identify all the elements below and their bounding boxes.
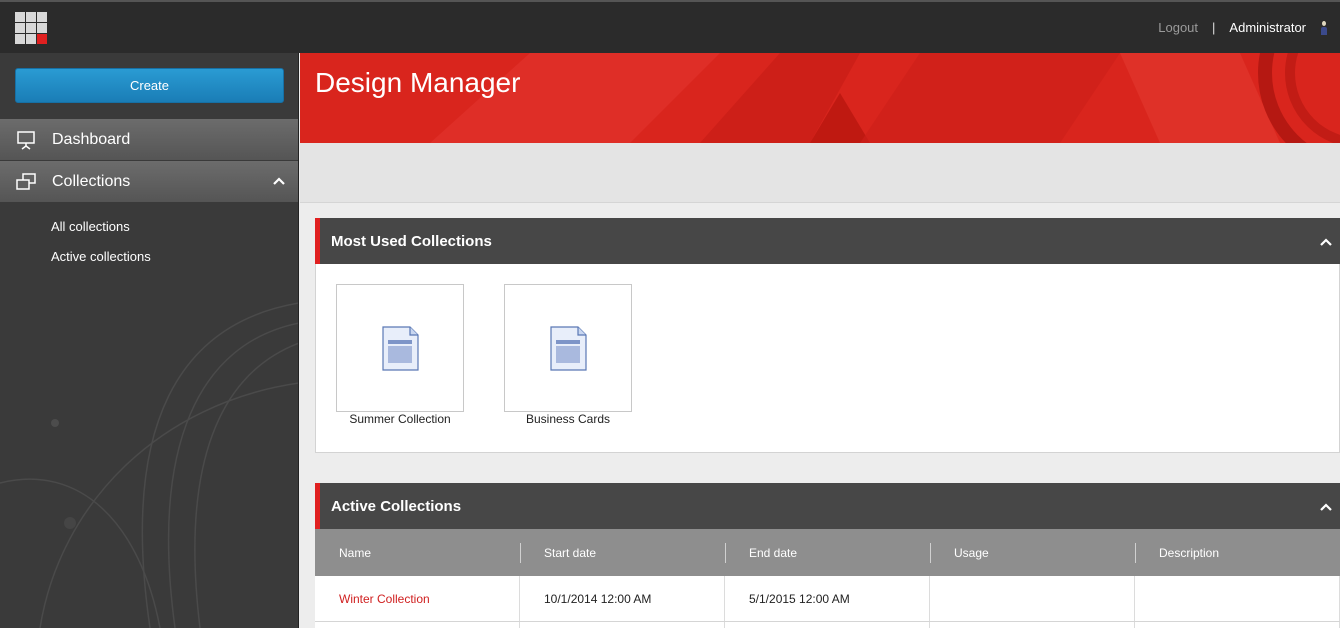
collections-icon [16,173,36,190]
table-row[interactable]: Winter Collection 10/1/2014 12:00 AM 5/1… [315,576,1340,622]
column-header-end-date[interactable]: End date [725,529,930,576]
top-bar: Logout | Administrator [0,0,1340,53]
collection-label[interactable]: Business Cards [504,412,632,426]
sidebar: Create Dashboard Collections All collect… [0,53,299,628]
collection-thumbnail[interactable] [504,284,632,412]
cell-description [1135,576,1340,621]
cell-name[interactable]: Winter Collection [315,576,520,621]
user-name[interactable]: Administrator [1229,20,1306,35]
cell-usage [930,576,1135,621]
most-used-collections-panel: Summer Collection Business Cards [315,264,1340,453]
collection-tile[interactable]: Business Cards [504,284,632,426]
most-used-collections-header: Most Used Collections [315,218,1340,264]
sidebar-subitem-all-collections[interactable]: All collections [51,219,130,234]
sidebar-item-collections[interactable]: Collections [0,161,298,203]
toolbar-strip [300,143,1340,203]
column-header-name[interactable]: Name [315,529,520,576]
cell-end-date: 5/1/2015 12:00 AM [725,576,930,621]
chevron-up-icon[interactable] [273,175,285,187]
column-header-description[interactable]: Description [1135,529,1340,576]
collection-tile[interactable]: Summer Collection [336,284,464,426]
page-header: Design Manager [300,53,1340,143]
table-row[interactable] [315,622,1340,628]
document-icon [549,325,587,371]
user-icon[interactable] [1320,20,1328,35]
sidebar-subitem-active-collections[interactable]: Active collections [51,249,151,264]
column-header-start-date[interactable]: Start date [520,529,725,576]
create-button[interactable]: Create [15,68,284,103]
collection-label[interactable]: Summer Collection [336,412,464,426]
cell-start-date: 10/1/2014 12:00 AM [520,576,725,621]
active-collections-header: Active Collections [315,483,1340,529]
decorative-swirl [0,302,298,628]
presentation-icon [17,131,35,150]
collapse-icon[interactable] [1320,236,1332,248]
page-title: Design Manager [315,67,521,98]
separator: | [1212,20,1216,35]
user-menu: Logout | Administrator [1158,20,1328,35]
logout-link[interactable]: Logout [1158,20,1198,35]
table-header: Name Start date End date Usage Descripti… [315,529,1340,576]
app-logo-icon[interactable] [15,12,48,45]
sidebar-item-label: Collections [52,172,131,190]
document-icon [381,325,419,371]
panel-title: Most Used Collections [331,232,492,250]
collection-thumbnail[interactable] [336,284,464,412]
collapse-icon[interactable] [1320,501,1332,513]
column-header-usage[interactable]: Usage [930,529,1135,576]
sidebar-item-dashboard[interactable]: Dashboard [0,119,298,161]
panel-title: Active Collections [331,497,462,515]
sidebar-item-label: Dashboard [52,130,131,148]
